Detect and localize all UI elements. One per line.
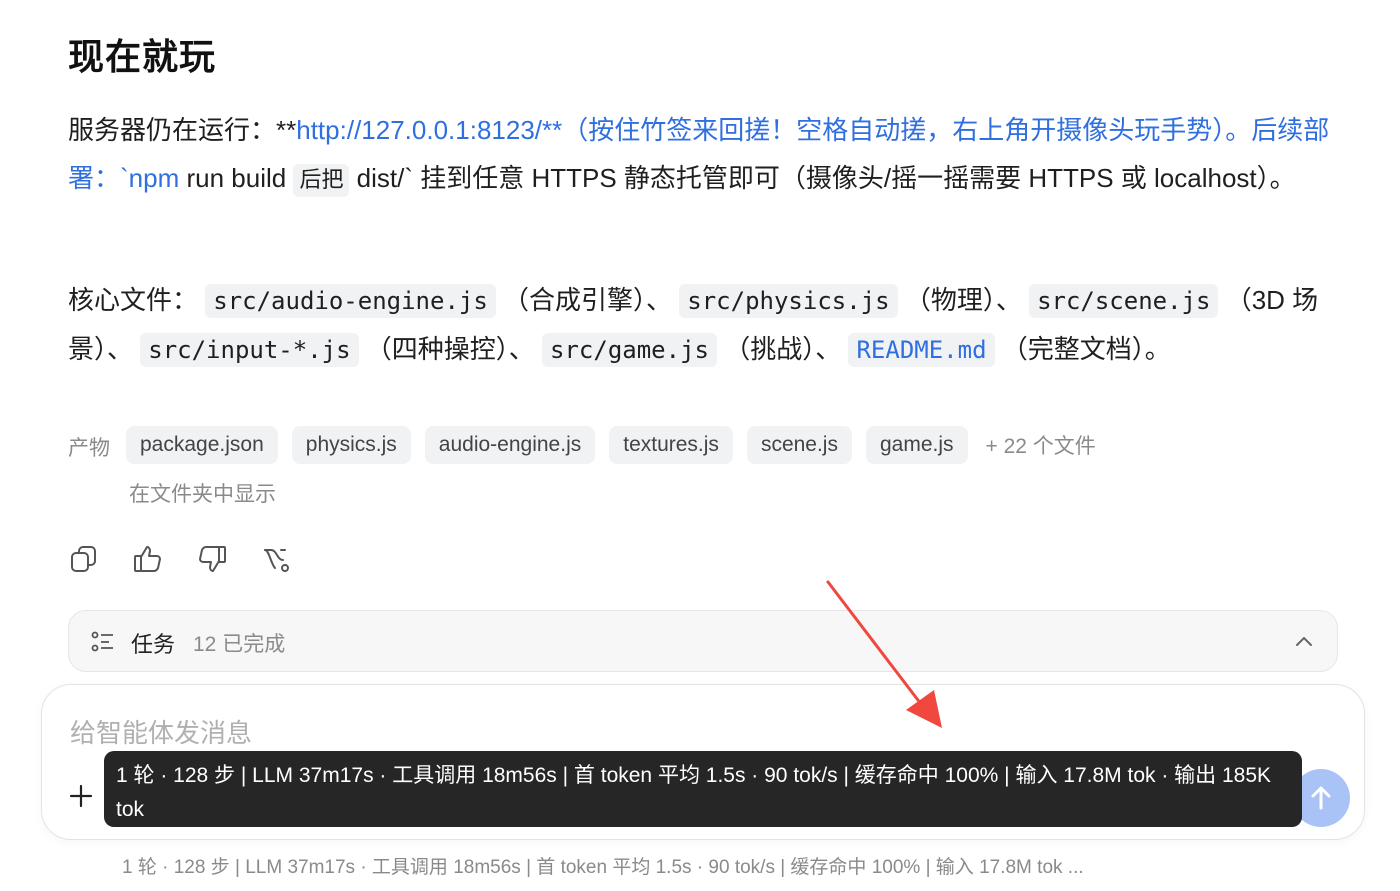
artifacts-label: 产物 — [68, 437, 110, 460]
thumbs-down-icon — [199, 546, 226, 572]
chevron-up-icon[interactable] — [1293, 631, 1315, 653]
tasks-count: 12 已完成 — [193, 633, 286, 656]
copy-icon — [71, 546, 96, 572]
file-desc: （物理）、 — [904, 285, 1022, 315]
task-list-icon — [91, 631, 113, 652]
readme-link[interactable]: README.md — [848, 333, 995, 367]
thumbs-up-icon — [134, 546, 161, 572]
branch-button[interactable] — [258, 541, 294, 577]
attach-button[interactable] — [64, 779, 98, 813]
reveal-in-folder-link[interactable]: 在文件夹中显示 — [129, 478, 276, 508]
more-files-link[interactable]: + 22 个文件 — [982, 430, 1096, 460]
core-files-paragraph: 核心文件： src/audio-engine.js （合成引擎）、 src/ph… — [68, 276, 1348, 374]
stats-bar[interactable]: 1 轮 · 128 步 | LLM 37m17s · 工具调用 18m56s |… — [122, 852, 1084, 879]
file-desc: （合成引擎）、 — [503, 285, 673, 315]
readme-desc: （完整文档）。 — [1001, 334, 1171, 364]
plus-icon — [69, 784, 93, 808]
file-desc: （挑战）、 — [724, 334, 842, 364]
branch-icon — [264, 549, 289, 572]
build-command-text: run build — [179, 163, 294, 193]
thumbs-up-button[interactable] — [130, 541, 166, 577]
thumbs-down-button[interactable] — [194, 541, 230, 577]
section-title: 现在就玩 — [68, 36, 217, 77]
deploy-instructions: dist/` 挂到任意 HTTPS 静态托管即可（摄像头/摇一摇需要 HTTPS… — [349, 163, 1296, 193]
artifact-chip[interactable]: game.js — [865, 426, 968, 464]
file-code-physics: src/physics.js — [679, 284, 898, 318]
server-info-paragraph: 服务器仍在运行：**http://127.0.0.1:8123/**（按住竹签来… — [68, 106, 1348, 205]
artifact-chip[interactable]: package.json — [126, 426, 278, 464]
core-files-lead: 核心文件： — [68, 285, 199, 315]
message-actions — [66, 541, 294, 577]
file-desc: （四种操控）、 — [365, 334, 535, 364]
server-info-prefix: 服务器仍在运行：** — [68, 115, 297, 145]
artifact-chip[interactable]: scene.js — [746, 426, 852, 464]
artifact-chip[interactable]: physics.js — [291, 426, 411, 464]
message-input-placeholder[interactable]: 给智能体发消息 — [70, 713, 252, 750]
inline-code-after: 后把 — [293, 164, 350, 197]
artifact-chip[interactable]: textures.js — [609, 426, 733, 464]
file-code-input: src/input-*.js — [140, 333, 359, 367]
stats-tooltip: 1 轮 · 128 步 | LLM 37m17s · 工具调用 18m56s |… — [104, 751, 1302, 827]
file-code-scene: src/scene.js — [1029, 284, 1219, 318]
artifact-chips: package.json physics.js audio-engine.js … — [126, 426, 1096, 464]
tasks-label: 任务 — [131, 632, 176, 657]
artifact-chip[interactable]: audio-engine.js — [424, 426, 596, 464]
copy-button[interactable] — [66, 541, 102, 577]
arrow-up-icon — [1311, 786, 1331, 810]
file-code-game: src/game.js — [542, 333, 717, 367]
tasks-panel[interactable]: 任务 12 已完成 — [68, 610, 1338, 672]
file-code-audio-engine: src/audio-engine.js — [205, 284, 496, 318]
